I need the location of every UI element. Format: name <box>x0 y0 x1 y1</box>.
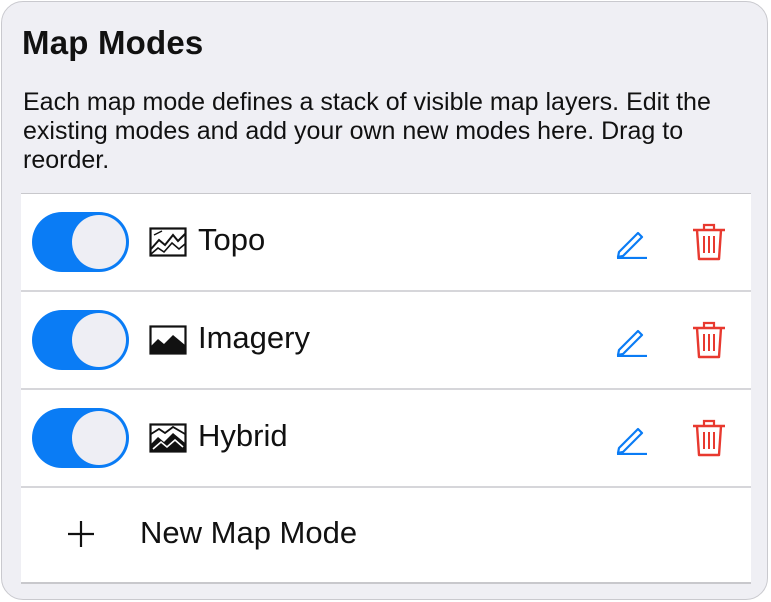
imagery-map-icon <box>149 325 187 355</box>
new-map-mode-label: New Map Mode <box>140 515 358 550</box>
map-modes-panel: Map Modes Each map mode defines a stack … <box>1 1 768 600</box>
toggle-knob <box>72 313 126 367</box>
panel-description: Each map mode defines a stack of visible… <box>23 88 711 174</box>
toggle-knob <box>72 411 126 465</box>
topo-map-icon <box>149 227 187 257</box>
hybrid-map-icon <box>149 423 187 453</box>
toggle-knob <box>72 215 126 269</box>
mode-label-imagery: Imagery <box>198 320 310 355</box>
trash-icon[interactable] <box>691 222 727 262</box>
toggle-hybrid[interactable] <box>32 408 129 468</box>
trash-icon[interactable] <box>691 320 727 360</box>
edit-icon[interactable] <box>614 323 648 357</box>
map-modes-list: Topo Imagery Hybrid New Map Mode <box>21 193 751 584</box>
edit-icon[interactable] <box>614 421 648 455</box>
edit-icon[interactable] <box>614 225 648 259</box>
trash-icon[interactable] <box>691 418 727 458</box>
list-item-topo[interactable]: Topo <box>21 194 751 292</box>
new-map-mode-button[interactable]: New Map Mode <box>21 488 751 584</box>
list-item-hybrid[interactable]: Hybrid <box>21 390 751 488</box>
panel-title: Map Modes <box>22 24 204 61</box>
mode-label-hybrid: Hybrid <box>198 418 288 453</box>
list-item-imagery[interactable]: Imagery <box>21 292 751 390</box>
toggle-imagery[interactable] <box>32 310 129 370</box>
plus-icon <box>68 521 94 547</box>
mode-label-topo: Topo <box>198 222 266 257</box>
toggle-topo[interactable] <box>32 212 129 272</box>
